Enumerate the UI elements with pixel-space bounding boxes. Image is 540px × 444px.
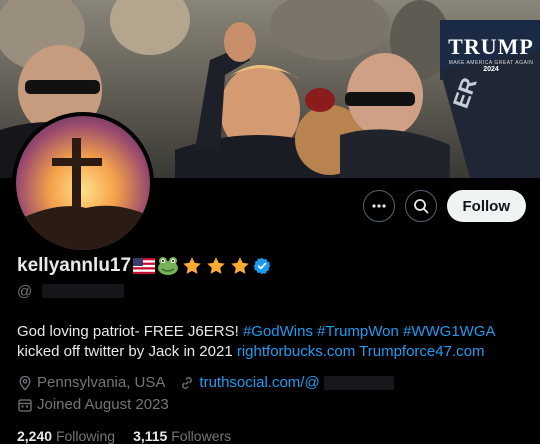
us-flag-icon — [133, 258, 156, 274]
location: Pennsylvania, USA — [37, 374, 166, 391]
bio: God loving patriot- FREE J6ERS! #GodWins… — [17, 322, 522, 362]
bio-text: kicked off twitter by Jack in 2021 — [17, 343, 237, 360]
following-label: Following — [55, 428, 116, 444]
search-icon — [413, 199, 428, 214]
cross-sunset-avatar-image — [16, 116, 150, 250]
follow-stats: 2,240 Following 3,115 Followers — [17, 428, 527, 444]
link-icon — [182, 377, 193, 389]
location-icon — [19, 375, 31, 391]
following-count: 2,240 — [17, 428, 53, 444]
verified-badge-icon[interactable] — [253, 257, 271, 275]
following-stat[interactable]: 2,240 Following — [17, 428, 115, 444]
handle-redacted — [42, 284, 125, 298]
hashtag-godwins[interactable]: #GodWins — [243, 323, 313, 340]
website-link[interactable]: truthsocial.com/@ — [199, 373, 319, 393]
more-button[interactable] — [362, 190, 395, 222]
more-icon — [371, 204, 386, 208]
bio-link-rightforbucks[interactable]: rightforbucks.com — [237, 343, 355, 360]
followers-label: Followers — [171, 428, 232, 444]
bio-text: God loving patriot- FREE J6ERS! — [17, 323, 243, 340]
follow-button[interactable]: Follow — [446, 190, 526, 222]
handle-prefix: @ — [17, 282, 33, 300]
star-icon — [181, 256, 203, 276]
banner-sign-title: TRUMP — [448, 34, 534, 59]
website-redacted — [323, 376, 394, 390]
joined-date: Joined August 2023 — [37, 396, 169, 413]
banner-sign: TRUMP MAKE AMERICA GREAT AGAIN 2024 — [442, 34, 540, 73]
bio-link-trumpforce47[interactable]: Trumpforce47.com — [359, 343, 484, 360]
star-icon — [205, 256, 227, 276]
calendar-icon — [18, 399, 32, 412]
banner-sign-year: 2024 — [483, 66, 499, 73]
profile-meta: Pennsylvania, USA truthsocial.com/@ Join… — [17, 372, 527, 416]
name-row: kellyannlu17 — [17, 252, 527, 280]
followers-count: 3,115 — [133, 428, 168, 444]
profile-info: kellyannlu17 @ God loving patriot- FREE … — [17, 252, 527, 444]
frog-icon — [157, 256, 179, 276]
avatar[interactable] — [12, 112, 154, 254]
display-name: kellyannlu17 — [17, 255, 132, 276]
followers-stat[interactable]: 3,115 Followers — [133, 428, 231, 444]
meta-row-joined: Joined August 2023 — [17, 394, 527, 416]
meta-row-location-website: Pennsylvania, USA truthsocial.com/@ — [17, 372, 527, 394]
hashtag-trumpwon[interactable]: #TrumpWon — [317, 323, 399, 340]
star-icon — [229, 256, 251, 276]
profile-actions: Follow — [362, 190, 526, 222]
handle: @ — [17, 281, 527, 301]
hashtag-wwg1wga[interactable]: #WWG1WGA — [403, 323, 495, 340]
search-button[interactable] — [404, 190, 437, 222]
